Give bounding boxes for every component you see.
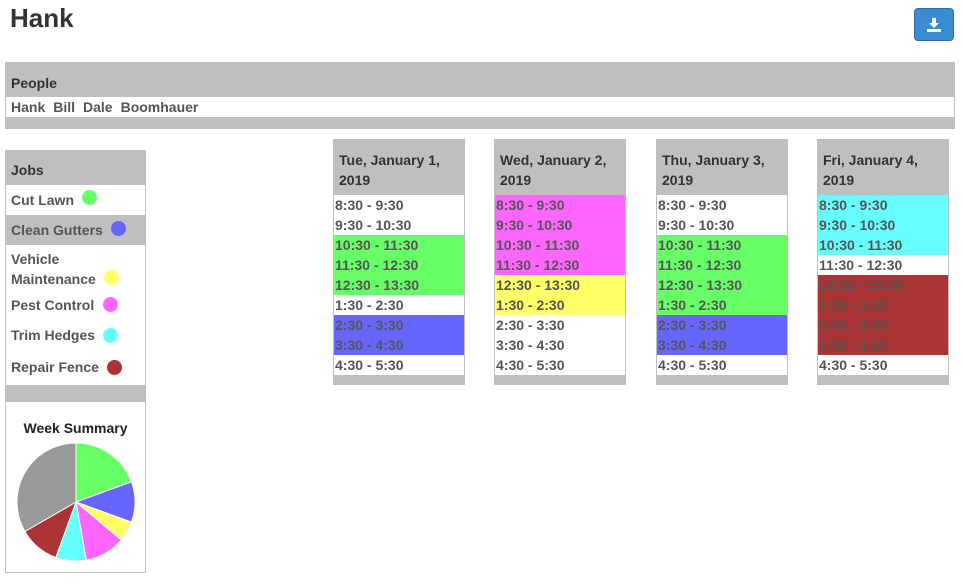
time-slot[interactable]: 10:30 - 11:30 (818, 235, 948, 255)
day-heading: Thu, January 3, 2019 (662, 152, 765, 188)
time-slot[interactable]: 1:30 - 2:30 (818, 295, 948, 315)
download-button[interactable] (914, 8, 954, 41)
person-boomhauer[interactable]: Boomhauer (121, 99, 199, 115)
color-dot-icon (111, 221, 126, 236)
time-slot-list: 8:30 - 9:30 9:30 - 10:30 10:30 - 11:30 11:3… (334, 195, 464, 375)
jobs-heading: Jobs (11, 162, 44, 178)
time-slot-list: 8:30 - 9:30 9:30 - 10:30 10:30 - 11:30 11:3… (495, 195, 625, 375)
color-dot-icon (103, 328, 118, 343)
time-slot[interactable]: 10:30 - 11:30 (495, 235, 625, 255)
day-heading: Fri, January 4, 2019 (823, 152, 918, 188)
time-slot[interactable]: 11:30 - 12:30 (495, 255, 625, 275)
time-slot[interactable]: 2:30 - 3:30 (818, 315, 948, 335)
time-slot[interactable]: 4:30 - 5:30 (334, 355, 464, 375)
job-label: Repair Fence (11, 359, 99, 375)
color-dot-icon (107, 360, 122, 375)
time-slot[interactable]: 9:30 - 10:30 (495, 215, 625, 235)
color-dot-icon (104, 270, 119, 285)
day-heading: Tue, January 1, 2019 (339, 152, 440, 188)
job-label: Cut Lawn (11, 192, 74, 208)
time-slot[interactable]: 9:30 - 10:30 (334, 215, 464, 235)
time-slot[interactable]: 12:30 - 13:30 (334, 275, 464, 295)
week-summary-panel: Week Summary (5, 401, 146, 573)
job-trim-hedges[interactable]: Trim Hedges (6, 320, 145, 350)
job-repair-fence[interactable]: Repair Fence (6, 350, 145, 385)
people-heading: People (11, 75, 57, 91)
time-slot[interactable]: 1:30 - 2:30 (657, 295, 787, 315)
person-hank[interactable]: Hank (11, 99, 45, 115)
time-slot-list: 8:30 - 9:30 9:30 - 10:30 10:30 - 11:30 11:3… (818, 195, 948, 375)
people-panel: People Hank Bill Dale Boomhauer (5, 62, 955, 129)
time-slot[interactable]: 8:30 - 9:30 (334, 195, 464, 215)
person-dale[interactable]: Dale (83, 99, 113, 115)
job-pest-control[interactable]: Pest Control (6, 290, 145, 320)
time-slot[interactable]: 11:30 - 12:30 (818, 255, 948, 275)
time-slot[interactable]: 12:30 - 13:30 (818, 275, 948, 295)
time-slot[interactable]: 12:30 - 13:30 (657, 275, 787, 295)
time-slot[interactable]: 2:30 - 3:30 (657, 315, 787, 335)
day-column-tue: Tue, January 1, 2019 8:30 - 9:30 9:30 - 1… (333, 139, 465, 385)
job-label: Trim Hedges (11, 327, 96, 343)
job-label: Vehicle Maintenance (11, 251, 96, 287)
time-slot[interactable]: 10:30 - 11:30 (334, 235, 464, 255)
time-slot[interactable]: 1:30 - 2:30 (495, 295, 625, 315)
day-heading: Wed, January 2, 2019 (500, 152, 607, 188)
page-title: Hank (10, 3, 74, 33)
job-cut-lawn[interactable]: Cut Lawn (6, 185, 145, 215)
people-list: Hank Bill Dale Boomhauer (6, 97, 954, 117)
time-slot[interactable]: 4:30 - 5:30 (495, 355, 625, 375)
time-slot[interactable]: 10:30 - 11:30 (657, 235, 787, 255)
week-summary-pie-chart (16, 442, 136, 562)
time-slot-list: 8:30 - 9:30 9:30 - 10:30 10:30 - 11:30 11:3… (657, 195, 787, 375)
job-label: Clean Gutters (11, 222, 103, 238)
time-slot[interactable]: 3:30 - 4:30 (818, 335, 948, 355)
time-slot[interactable]: 9:30 - 10:30 (657, 215, 787, 235)
time-slot[interactable]: 12:30 - 13:30 (495, 275, 625, 295)
time-slot[interactable]: 2:30 - 3:30 (334, 315, 464, 335)
day-column-wed: Wed, January 2, 2019 8:30 - 9:30 9:30 - 1… (494, 139, 626, 385)
time-slot[interactable]: 4:30 - 5:30 (657, 355, 787, 375)
person-bill[interactable]: Bill (53, 99, 75, 115)
week-summary-title: Week Summary (23, 420, 128, 436)
day-column-thu: Thu, January 3, 2019 8:30 - 9:30 9:30 - 1… (656, 139, 788, 385)
time-slot[interactable]: 2:30 - 3:30 (495, 315, 625, 335)
time-slot[interactable]: 3:30 - 4:30 (495, 335, 625, 355)
time-slot[interactable]: 8:30 - 9:30 (657, 195, 787, 215)
job-vehicle-maintenance[interactable]: Vehicle Maintenance (6, 245, 145, 290)
color-dot-icon (103, 297, 118, 312)
jobs-panel: Jobs Cut Lawn Clean Gutters Vehicle Main… (5, 150, 146, 402)
job-label: Pest Control (11, 297, 95, 313)
time-slot[interactable]: 11:30 - 12:30 (657, 255, 787, 275)
time-slot[interactable]: 1:30 - 2:30 (334, 295, 464, 315)
time-slot[interactable]: 8:30 - 9:30 (818, 195, 948, 215)
time-slot[interactable]: 11:30 - 12:30 (334, 255, 464, 275)
time-slot[interactable]: 3:30 - 4:30 (334, 335, 464, 355)
time-slot[interactable]: 9:30 - 10:30 (818, 215, 948, 235)
job-clean-gutters[interactable]: Clean Gutters (6, 215, 145, 245)
day-column-fri: Fri, January 4, 2019 8:30 - 9:30 9:30 - 1… (817, 139, 949, 385)
time-slot[interactable]: 4:30 - 5:30 (818, 355, 948, 375)
color-dot-icon (82, 190, 97, 205)
time-slot[interactable]: 8:30 - 9:30 (495, 195, 625, 215)
time-slot[interactable]: 3:30 - 4:30 (657, 335, 787, 355)
download-icon (927, 17, 941, 32)
